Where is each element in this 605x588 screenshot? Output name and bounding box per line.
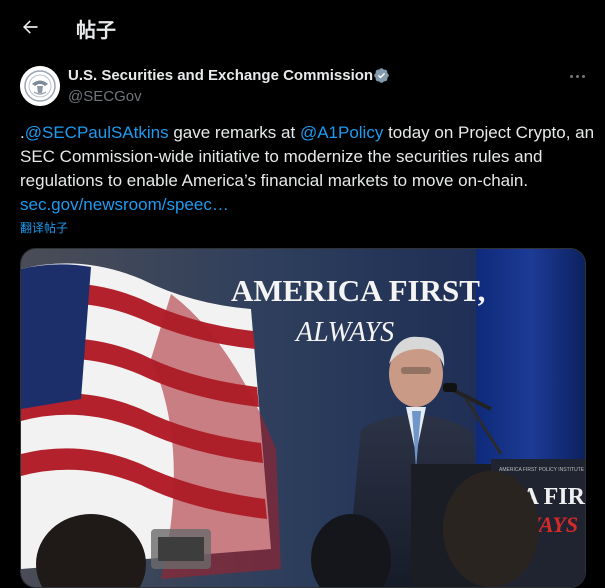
sec-seal-icon <box>20 66 60 106</box>
page-title: 帖子 <box>76 20 116 42</box>
more-dot-icon <box>569 74 573 78</box>
mention-secpaulsatkins[interactable]: @SECPaulSAtkins <box>25 123 169 142</box>
translate-post-link[interactable]: 翻译帖子 <box>20 219 68 236</box>
back-button[interactable] <box>12 9 48 45</box>
author-name[interactable]: U.S. Securities and Exchange Commission <box>68 67 373 84</box>
more-dot-icon <box>575 74 579 78</box>
tweet-text-part-1: gave remarks at <box>168 123 300 142</box>
author-handle[interactable]: @SECGov <box>68 88 142 105</box>
tweet-link[interactable]: sec.gov/newsroom/speec… <box>20 195 229 214</box>
more-options-button[interactable] <box>562 64 592 88</box>
arrow-left-icon <box>23 20 38 34</box>
top-bar: 帖子 <box>0 0 605 53</box>
verified-badge-icon[interactable] <box>373 67 390 84</box>
backdrop-subtitle: ALWAYS <box>294 317 394 348</box>
mention-a1policy[interactable]: @A1Policy <box>300 123 383 142</box>
tweet-media-image[interactable]: AMERICA FIRST, ALWAYS AMERICA FIRST POLI… <box>20 248 586 588</box>
more-dot-icon <box>581 74 585 78</box>
podium-small-text: AMERICA FIRST POLICY INSTITUTE <box>499 467 585 473</box>
backdrop-title: AMERICA FIRST, <box>231 273 485 308</box>
avatar[interactable] <box>20 66 60 106</box>
speech-photo: AMERICA FIRST, ALWAYS AMERICA FIRST POLI… <box>21 249 585 587</box>
tweet-text: .@SECPaulSAtkins gave remarks at @A1Poli… <box>20 121 595 217</box>
